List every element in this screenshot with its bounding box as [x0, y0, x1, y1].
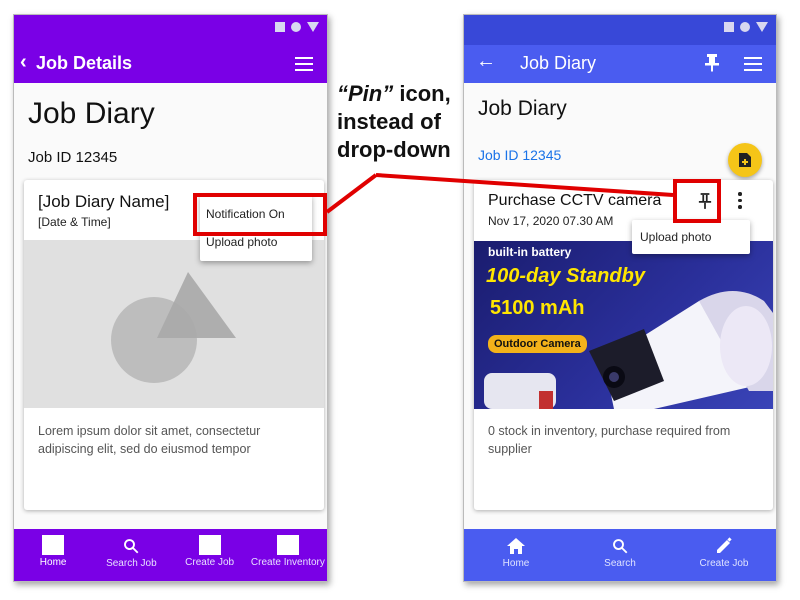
highlight-box-pin [673, 179, 721, 223]
left-phone-mockup: ‹ Job Details Job Diary Job ID 12345 [Jo… [13, 14, 328, 582]
nav-label: Home [502, 558, 530, 569]
nav-create-job[interactable]: Create Job [672, 529, 776, 581]
home-placeholder-icon [42, 535, 65, 555]
square-icon [275, 22, 285, 32]
highlight-box-dropdown [193, 193, 327, 236]
appbar-title: Job Details [36, 53, 133, 73]
search-icon [611, 535, 629, 557]
right-phone-mockup: ← Job Diary Job Diary Job ID 12345 Purch… [463, 14, 777, 582]
menu-icon[interactable] [744, 57, 762, 71]
card-body-text: 0 stock in inventory, purchase required … [488, 424, 731, 456]
card-title: [Job Diary Name] [38, 192, 170, 211]
appbar-title: Job Diary [520, 53, 597, 73]
card-body-text: Lorem ipsum dolor sit amet, consectetur … [38, 424, 261, 456]
back-chevron-icon[interactable]: ‹ [20, 51, 27, 74]
annotation-text: “Pin” icon, instead of drop-down [337, 80, 455, 164]
image-placeholder [24, 240, 324, 408]
nav-home[interactable]: Home [14, 529, 92, 581]
menu-item-upload-photo[interactable]: Upload photo [206, 235, 277, 249]
card-title: Purchase CCTV camera [488, 192, 662, 209]
job-id-link[interactable]: Job ID 12345 [478, 147, 561, 163]
pin-icon[interactable] [704, 53, 720, 78]
nav-label: Create Job [185, 557, 235, 568]
circle-icon [291, 22, 301, 32]
nav-search-job[interactable]: Search Job [92, 529, 170, 581]
nav-label: Home [39, 557, 67, 568]
circle-icon [740, 22, 750, 32]
nav-label: Search Job [106, 558, 157, 569]
card-datetime: Nov 17, 2020 07.30 AM [488, 214, 614, 228]
card-datetime: [Date & Time] [38, 215, 111, 229]
overflow-dropdown-menu: Upload photo [632, 220, 750, 254]
camera-illustration [484, 291, 773, 409]
nav-create-job[interactable]: Create Job [171, 529, 249, 581]
annotation-pin-word: “Pin” [337, 81, 394, 106]
product-image: built-in battery 100-day Standby 5100 mA… [474, 241, 773, 409]
status-icons [275, 22, 319, 32]
status-icons [724, 22, 768, 32]
page-title: Job Diary [478, 97, 567, 120]
home-icon [506, 535, 526, 557]
nav-search[interactable]: Search [568, 529, 672, 581]
status-bar [14, 15, 327, 45]
create-job-placeholder-icon [198, 535, 221, 555]
triangle-icon [756, 22, 768, 32]
menu-item-upload-photo[interactable]: Upload photo [640, 230, 711, 244]
more-vert-icon[interactable] [738, 192, 742, 209]
app-bar: ← Job Diary [464, 45, 776, 83]
edit-icon [715, 535, 733, 557]
placeholder-shapes-icon [111, 272, 236, 383]
bottom-navigation: Home Search Create Job [464, 529, 776, 581]
nav-label: Search [604, 558, 636, 569]
square-icon [724, 22, 734, 32]
nav-create-inventory[interactable]: Create Inventory [249, 529, 327, 581]
nav-home[interactable]: Home [464, 529, 568, 581]
menu-icon[interactable] [295, 57, 313, 71]
nav-label: Create Inventory [250, 557, 325, 568]
page-title: Job Diary [28, 97, 155, 130]
search-icon [122, 535, 140, 557]
job-id: Job ID 12345 [28, 149, 118, 166]
connector-line-left [325, 173, 378, 214]
nav-label: Create Job [699, 558, 749, 569]
status-bar [464, 15, 776, 45]
note-add-icon[interactable] [728, 143, 762, 177]
app-bar: ‹ Job Details [14, 45, 327, 83]
bottom-navigation: Home Search Job Create Job Create Invent… [14, 529, 327, 581]
back-arrow-icon[interactable]: ← [476, 50, 496, 73]
create-inventory-placeholder-icon [276, 535, 299, 555]
triangle-icon [307, 22, 319, 32]
